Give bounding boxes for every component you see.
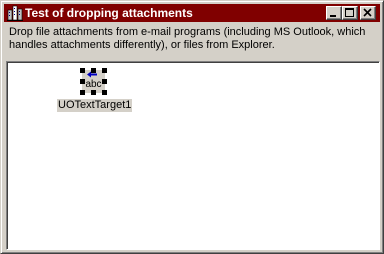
resize-handle-right[interactable] bbox=[102, 79, 107, 84]
minimize-button[interactable] bbox=[326, 6, 342, 20]
maximize-button[interactable] bbox=[342, 6, 358, 20]
text-target-control[interactable]: abc bbox=[80, 68, 107, 95]
resize-handle-top[interactable] bbox=[91, 68, 96, 73]
app-window: Test of dropping attachments Drop file a… bbox=[0, 0, 384, 254]
building-icon[interactable] bbox=[7, 5, 23, 21]
minimize-icon bbox=[330, 15, 336, 17]
window-title: Test of dropping attachments bbox=[25, 6, 193, 20]
resize-handle-bottom-right[interactable] bbox=[102, 90, 107, 95]
maximize-icon bbox=[345, 8, 354, 17]
resize-handle-bottom-left[interactable] bbox=[80, 90, 85, 95]
resize-handle-bottom[interactable] bbox=[91, 90, 96, 95]
text-target-label: UOTextTarget1 bbox=[57, 99, 133, 112]
drop-area[interactable] bbox=[6, 61, 380, 250]
resize-handle-top-right[interactable] bbox=[102, 68, 107, 73]
resize-handle-top-left[interactable] bbox=[80, 68, 85, 73]
close-icon bbox=[363, 8, 372, 17]
close-button[interactable] bbox=[360, 6, 376, 20]
title-bar[interactable]: Test of dropping attachments bbox=[4, 4, 380, 22]
instructions-text: Drop file attachments from e-mail progra… bbox=[9, 26, 366, 51]
resize-handle-left[interactable] bbox=[80, 79, 85, 84]
